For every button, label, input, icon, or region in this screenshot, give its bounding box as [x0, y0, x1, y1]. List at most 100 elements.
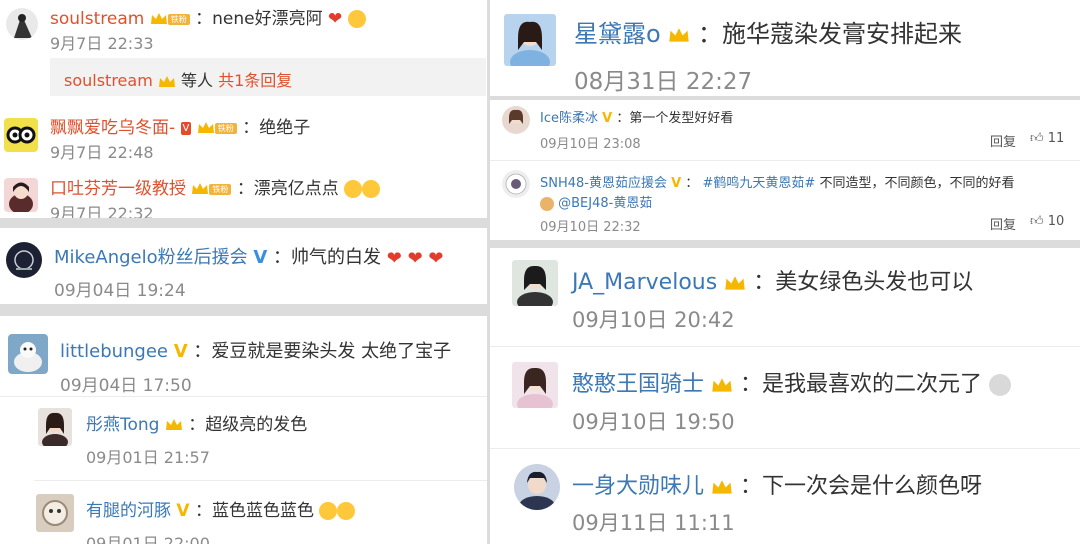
comment-time: 09月04日 17:50: [60, 376, 192, 396]
divider: [34, 480, 487, 481]
comment-text: ：蓝色蓝色蓝色: [194, 501, 314, 521]
cry-emoji: [337, 502, 356, 520]
comment-panel-left-top: soulstream 铁粉 ：nene好漂亮阿 ❤ 9月7日 22:33 sou…: [0, 0, 487, 218]
comment-text: ：施华蔻染发膏安排起来: [697, 20, 962, 48]
comment-text: ：帅气的白发: [273, 247, 382, 268]
comment-panel-right-bottom: JA_Marvelous ：美女绿色头发也可以 09月10日 20:42 憨憨王…: [490, 248, 1080, 544]
laugh-emoji: [347, 10, 366, 28]
comment-text: 不同造型，不同颜色，不同的好看: [819, 176, 1015, 191]
username[interactable]: MikeAngelo粉丝后援会: [54, 247, 248, 268]
comment-line-2: @BEJ48-黄恩茹: [540, 192, 652, 211]
comment-line: Ice陈柔冰 V ：第一个发型好好看: [540, 107, 733, 126]
username[interactable]: JA_Marvelous: [572, 270, 717, 295]
reply-box[interactable]: soulstream 等人 共1条回复: [50, 58, 486, 96]
comment-time: 09月10日 23:08: [540, 137, 641, 152]
avatar[interactable]: [36, 494, 74, 532]
heart-icon: ❤: [386, 247, 402, 269]
verified-v-icon: V: [602, 111, 613, 126]
comment-line: 一身大勋味儿 ：下一次会是什么颜色呀: [572, 468, 982, 500]
reply-button[interactable]: 回复: [990, 214, 1016, 233]
topic-tag[interactable]: #鹤鸣九天黄恩茹#: [703, 176, 816, 191]
comment-panel-right-mid: Ice陈柔冰 V ：第一个发型好好看 09月10日 23:08 回复 👍︎ 11…: [490, 100, 1080, 240]
verified-v-icon: V: [253, 247, 268, 268]
fan-badge: 铁粉: [167, 13, 190, 25]
avatar[interactable]: [504, 14, 556, 66]
username[interactable]: 憨憨王国骑士: [572, 372, 704, 397]
like-count: 10: [1047, 214, 1065, 229]
like-button[interactable]: 👍︎ 10: [1030, 214, 1064, 229]
username[interactable]: 口吐芬芳一级教授: [50, 179, 186, 199]
comment-time: 09月11日 11:11: [572, 511, 735, 535]
comment-line: littlebungee V ：爱豆就是要染头发 太绝了宝子: [60, 337, 451, 363]
avatar[interactable]: [512, 362, 558, 408]
avatar[interactable]: [514, 464, 560, 510]
username[interactable]: 彤燕Tong: [86, 415, 159, 435]
divider: [490, 160, 1080, 161]
comment-time: 09月10日 19:50: [572, 410, 735, 434]
username[interactable]: 一身大勋味儿: [572, 474, 704, 499]
comment-line: 星黛露o ：施华蔻染发膏安排起来: [574, 14, 962, 49]
heart-icon: ❤: [407, 247, 423, 269]
cry-emoji: [319, 502, 338, 520]
divider: [0, 396, 487, 397]
comment-text: ：下一次会是什么颜色呀: [740, 474, 983, 499]
crown-icon: [197, 121, 215, 135]
comment-time: 9月7日 22:48: [50, 143, 154, 162]
verified-v-icon: V: [180, 121, 192, 135]
avatar[interactable]: [38, 408, 72, 446]
comment-line: 飘飘爱吃乌冬面- V 铁粉 ：绝绝子: [50, 113, 310, 138]
comment-line: JA_Marvelous ：美女绿色头发也可以: [572, 264, 973, 296]
avatar[interactable]: [512, 260, 558, 306]
comment-text: ：漂亮亿点点: [236, 179, 339, 199]
comment-text: ：超级亮的发色: [188, 415, 308, 435]
avatar[interactable]: [6, 242, 42, 278]
mention-link[interactable]: @BEJ48-黄恩茹: [558, 196, 652, 211]
crown-icon: [724, 275, 746, 292]
reply-username[interactable]: soulstream: [64, 71, 153, 90]
avatar[interactable]: [502, 170, 530, 198]
heart-icon: ❤: [428, 247, 444, 269]
fan-badge: 铁粉: [214, 122, 237, 134]
divider: [490, 346, 1080, 347]
comment-text: ：是我最喜欢的二次元了: [740, 372, 983, 397]
avatar[interactable]: [502, 106, 530, 134]
crown-icon: [191, 182, 209, 196]
avatar[interactable]: [8, 334, 48, 374]
avatar[interactable]: [4, 178, 38, 212]
comment-time: 09月01日 22:00: [86, 534, 210, 544]
crown-icon: [165, 418, 183, 432]
username[interactable]: 飘飘爱吃乌冬面-: [50, 118, 175, 138]
comment-time: 09月01日 21:57: [86, 448, 210, 467]
username[interactable]: SNH48-黄恩茹应援会: [540, 176, 667, 191]
comment-time: 08月31日 22:27: [574, 69, 753, 95]
username[interactable]: littlebungee: [60, 341, 168, 362]
like-button[interactable]: 👍︎ 11: [1030, 131, 1064, 146]
comment-text: ：绝绝子: [242, 118, 311, 138]
comment-time: 09月10日 20:42: [572, 308, 735, 332]
comment-text: ：nene好漂亮阿: [195, 9, 323, 29]
more-replies-link[interactable]: 共1条回复: [218, 71, 292, 90]
comment-line: 憨憨王国骑士 ：是我最喜欢的二次元了: [572, 366, 1012, 398]
username[interactable]: 星黛露o: [574, 20, 661, 48]
reply-button[interactable]: 回复: [990, 131, 1016, 150]
comment-line: 有腿的河豚 V ：蓝色蓝色蓝色: [86, 496, 356, 521]
reply-text: 等人: [180, 71, 213, 90]
username[interactable]: Ice陈柔冰: [540, 111, 598, 126]
comment-line: 彤燕Tong ：超级亮的发色: [86, 410, 307, 435]
avatar[interactable]: [4, 118, 38, 152]
crown-icon: [711, 377, 733, 394]
username[interactable]: 有腿的河豚: [86, 501, 171, 521]
divider: [490, 448, 1080, 449]
like-icon: 👍︎: [1030, 131, 1044, 146]
heart-icon: ❤: [328, 9, 343, 29]
crown-icon: [150, 12, 168, 26]
cry-emoji: [362, 180, 381, 198]
comment-panel-left-mid: MikeAngelo粉丝后援会 V ：帅气的白发 ❤ ❤ ❤ 09月04日 19…: [0, 228, 487, 304]
comment-text: ：美女绿色头发也可以: [753, 270, 974, 295]
surprised-emoji: [989, 374, 1012, 396]
crown-icon: [711, 479, 733, 496]
crown-icon: [668, 27, 690, 44]
avatar[interactable]: [6, 8, 38, 40]
comment-line: soulstream 铁粉 ：nene好漂亮阿 ❤: [50, 4, 366, 29]
username[interactable]: soulstream: [50, 9, 144, 29]
